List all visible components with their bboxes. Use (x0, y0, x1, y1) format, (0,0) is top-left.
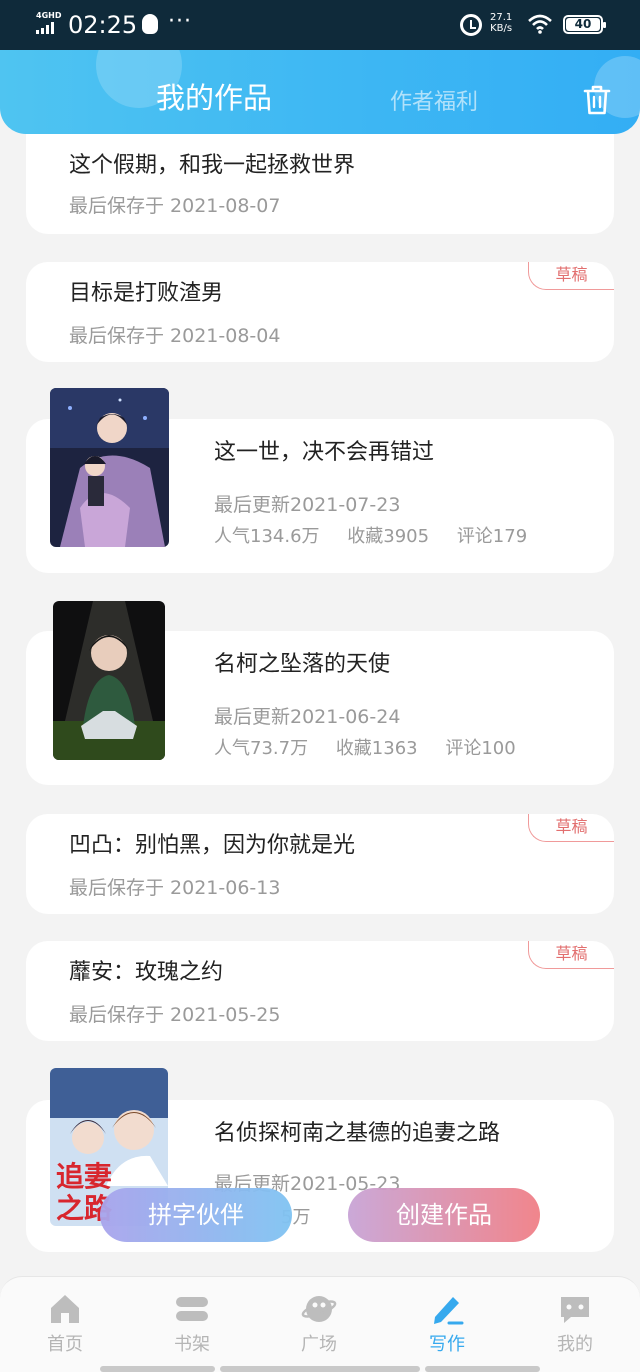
draft-card[interactable]: 草稿 凹凸：别怕黑，因为你就是光 最后保存于 2021-06-13 (26, 814, 614, 914)
bottom-navigation: 首页 书架 广场 写作 我的 (0, 1276, 640, 1372)
work-title: 名侦探柯南之基德的追妻之路 (214, 1121, 501, 1146)
top-header: 我的作品 作者福利 (0, 50, 640, 134)
comments-count: 评论100 (445, 738, 516, 759)
work-title: 名柯之坠落的天使 (214, 652, 391, 677)
battery-level: 40 (566, 18, 600, 31)
draft-card[interactable]: 草稿 这个假期，和我一起拯救世界 最后保存于 2021-08-07 (26, 134, 614, 234)
battery-icon: 40 (563, 15, 606, 34)
comments-count: 评论179 (456, 526, 528, 547)
work-saved-date: 最后保存于 2021-08-07 (69, 195, 281, 217)
favorites-count: 收藏3905 (347, 526, 430, 547)
bookshelf-icon (176, 1297, 208, 1321)
nav-item-home[interactable]: 首页 (20, 1291, 110, 1357)
word-partner-button[interactable]: 拼字伙伴 (100, 1188, 292, 1242)
work-updated-date: 最后更新2021-06-24 (214, 706, 401, 728)
gesture-indicator (425, 1366, 540, 1372)
nav-item-bookshelf[interactable]: 书架 (147, 1291, 237, 1357)
pen-icon (434, 1297, 464, 1325)
gesture-indicator (100, 1366, 215, 1372)
draft-card[interactable]: 草稿 蘼安：玫瑰之约 最后保存于 2021-05-25 (26, 941, 614, 1041)
draft-badge: 草稿 (528, 941, 614, 969)
nav-label: 广场 (301, 1334, 337, 1355)
signal-icon (36, 22, 54, 34)
works-list: 草稿 这个假期，和我一起拯救世界 最后保存于 2021-08-07 草稿 目标是… (0, 134, 640, 1276)
draft-badge: 草稿 (528, 814, 614, 842)
work-saved-date: 最后保存于 2021-08-04 (69, 325, 281, 347)
popularity-count: 人气134.6万 (214, 526, 320, 547)
home-icon (51, 1295, 79, 1323)
work-title: 这一世，决不会再错过 (214, 440, 435, 465)
planet-icon (301, 1296, 337, 1322)
work-stats: 人气134.6万 收藏3905 评论179 (214, 525, 549, 549)
cover-title-line1: 追妻 (56, 1160, 112, 1193)
network-type: 4GHD (36, 11, 62, 20)
draft-badge: 草稿 (528, 262, 614, 290)
draft-card[interactable]: 草稿 目标是打败渣男 最后保存于 2021-08-04 (26, 262, 614, 362)
status-bar: 4GHD 02:25 ··· 27.1 KB/s 40 (0, 0, 640, 50)
work-title: 这个假期，和我一起拯救世界 (69, 153, 356, 178)
work-title: 目标是打败渣男 (69, 281, 224, 306)
clock: 02:25 (68, 11, 138, 39)
nav-label: 我的 (557, 1334, 593, 1355)
nav-label: 写作 (429, 1334, 465, 1355)
nav-item-write[interactable]: 写作 (402, 1291, 492, 1357)
anime-cover-image[interactable] (50, 388, 169, 547)
nav-label: 书架 (174, 1334, 210, 1355)
wifi-icon (528, 14, 552, 34)
work-title: 凹凸：别怕黑，因为你就是光 (69, 833, 356, 858)
anime-cover-image[interactable] (53, 601, 165, 760)
nav-item-square[interactable]: 广场 (274, 1291, 364, 1357)
work-saved-date: 最后保存于 2021-06-13 (69, 877, 281, 899)
work-updated-date: 最后更新2021-07-23 (214, 494, 401, 516)
more-notifications-icon: ··· (168, 9, 192, 34)
nav-item-mine[interactable]: 我的 (530, 1291, 620, 1357)
alarm-icon (460, 14, 482, 36)
qq-notification-icon (142, 14, 158, 34)
popularity-count: 人气73.7万 (214, 738, 309, 759)
trash-icon[interactable] (583, 84, 611, 116)
speed-unit: KB/s (490, 23, 513, 34)
nav-label: 首页 (47, 1334, 83, 1355)
chat-bubble-icon (561, 1297, 589, 1323)
tab-author-welfare[interactable]: 作者福利 (390, 89, 478, 117)
favorites-count: 收藏1363 (335, 738, 418, 759)
work-title: 蘼安：玫瑰之约 (69, 960, 224, 985)
gesture-indicator (220, 1366, 420, 1372)
network-speed: 27.1 KB/s (490, 12, 512, 34)
work-saved-date: 最后保存于 2021-05-25 (69, 1004, 281, 1026)
create-work-button[interactable]: 创建作品 (348, 1188, 540, 1242)
work-stats: 人气73.7万 收藏1363 评论100 (214, 737, 538, 761)
speed-value: 27.1 (490, 12, 513, 23)
tab-my-works[interactable]: 我的作品 (156, 80, 272, 116)
